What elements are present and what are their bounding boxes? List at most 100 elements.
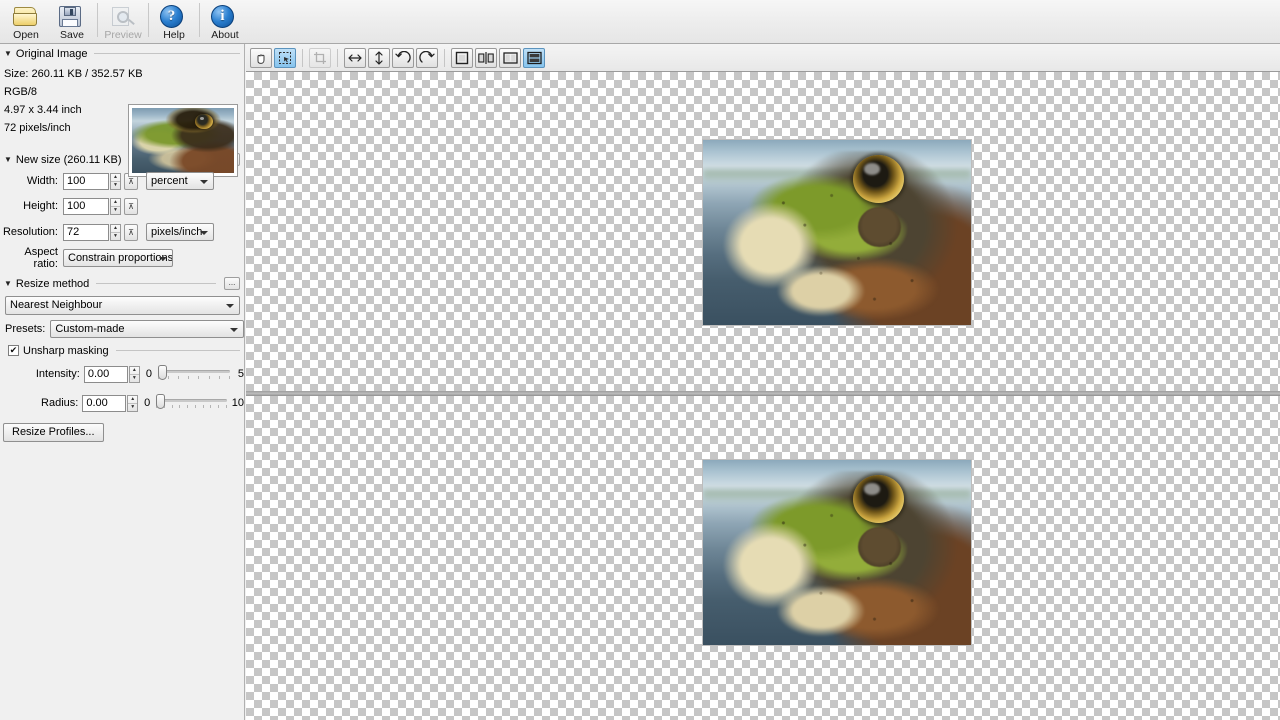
preview-button-label: Preview: [104, 29, 142, 41]
presets-label: Presets:: [5, 323, 46, 335]
save-button[interactable]: Save: [49, 0, 95, 42]
resize-method-section-header[interactable]: ▼ Resize method ...: [0, 277, 244, 290]
presets-row: Presets: Custom-made: [0, 319, 244, 339]
toolbar-separator: [444, 48, 445, 67]
intensity-max-label: 5: [237, 368, 244, 380]
original-image-pane[interactable]: [246, 72, 1280, 391]
section-rule: [96, 283, 216, 284]
collapse-triangle-icon[interactable]: ▼: [4, 279, 12, 288]
frog-speckles: [703, 140, 971, 325]
aspect-ratio-row: Aspect ratio: Constrain proportions: [0, 246, 244, 270]
height-row: Height: ▲▼ ⊼: [0, 196, 244, 216]
radius-row: Radius: ▲▼ 0 10: [0, 393, 244, 413]
settings-sidebar: ▼ Original Image Size: 260.11 KB / 352.5…: [0, 44, 245, 720]
resolution-unit-select[interactable]: pixels/inch: [146, 223, 214, 241]
original-image-display[interactable]: [702, 139, 972, 326]
image-canvas-area: [246, 72, 1280, 720]
folder-open-icon: [12, 3, 40, 29]
magnifier-preview-icon: [109, 3, 137, 29]
floppy-disk-icon: [58, 3, 86, 29]
section-rule: [94, 53, 240, 54]
resize-method-select[interactable]: Nearest Neighbour: [5, 296, 240, 315]
height-input[interactable]: [63, 197, 109, 215]
unsharp-masking-label: Unsharp masking: [23, 344, 109, 357]
open-button[interactable]: Open: [3, 0, 49, 42]
presets-select[interactable]: Custom-made: [50, 320, 244, 338]
view-split-compare-icon[interactable]: [475, 47, 497, 68]
aspect-ratio-label: Aspect ratio:: [24, 246, 58, 270]
rotate-right-icon[interactable]: [416, 47, 438, 68]
toolbar-separator: [148, 3, 149, 37]
width-stepper[interactable]: ▲ ▼: [110, 172, 121, 190]
intensity-slider-ticks: [157, 375, 230, 379]
radius-input[interactable]: [82, 394, 127, 412]
rectangle-select-tool-icon[interactable]: [274, 47, 296, 68]
original-image-section-header[interactable]: ▼ Original Image: [0, 47, 244, 60]
original-colormode-text: RGB/8: [4, 86, 38, 98]
radius-slider-ticks: [156, 404, 227, 408]
frog-photo: [703, 140, 971, 325]
width-row: Width: ▲▼ ⊼ percent: [0, 171, 244, 191]
radius-slider-knob[interactable]: [156, 393, 166, 409]
width-input[interactable]: [63, 172, 109, 190]
about-button-label: About: [211, 29, 239, 41]
unsharp-masking-checkbox[interactable]: ✔: [8, 345, 19, 356]
flip-horizontal-icon[interactable]: [344, 47, 366, 68]
toolbar-separator: [97, 3, 98, 37]
resized-image-display[interactable]: [702, 459, 972, 646]
intensity-slider[interactable]: [157, 364, 230, 380]
frog-photo: [703, 460, 971, 645]
radius-slider[interactable]: [156, 393, 227, 409]
about-button[interactable]: i About: [202, 0, 248, 42]
resolution-stepper[interactable]: ▲ ▼: [110, 223, 121, 241]
frog-eye: [195, 113, 213, 129]
intensity-min-label: 0: [145, 368, 152, 380]
canvas-toolbar: [246, 44, 1280, 72]
hand-pan-tool-icon[interactable]: [250, 47, 272, 68]
new-size-title: New size (260.11 KB): [15, 153, 122, 166]
intensity-stepper[interactable]: ▲ ▼: [128, 365, 140, 383]
help-button[interactable]: ? Help: [151, 0, 197, 42]
width-unit-select[interactable]: percent: [146, 172, 214, 190]
flip-vertical-icon[interactable]: [368, 47, 390, 68]
view-two-columns-icon[interactable]: [499, 47, 521, 68]
open-button-label: Open: [13, 29, 39, 41]
resolution-input[interactable]: [63, 223, 109, 241]
resized-image-pane[interactable]: [246, 396, 1280, 720]
aspect-ratio-select[interactable]: Constrain proportions: [63, 249, 173, 267]
view-single-pane-icon[interactable]: [451, 47, 473, 68]
resolution-row: Resolution: ▲▼ ⊼ pixels/inch: [0, 222, 244, 242]
thumbnail-selection-outline: [132, 108, 234, 173]
original-size-text: Size: 260.11 KB / 352.57 KB: [4, 68, 143, 80]
toolbar-separator: [337, 48, 338, 67]
unsharp-masking-header: ✔ Unsharp masking: [0, 344, 244, 357]
height-lock-button[interactable]: ⊼: [124, 197, 138, 215]
resize-method-options-button[interactable]: ...: [224, 277, 240, 290]
help-button-label: Help: [163, 29, 185, 41]
preview-button: Preview: [100, 0, 146, 42]
radius-max-label: 10: [231, 397, 244, 409]
collapse-triangle-icon[interactable]: ▼: [4, 49, 12, 58]
toolbar-separator: [302, 48, 303, 67]
resize-method-title: Resize method: [15, 277, 90, 290]
radius-min-label: 0: [144, 397, 151, 409]
resize-profiles-button[interactable]: Resize Profiles...: [3, 423, 104, 442]
view-two-rows-icon[interactable]: [523, 47, 545, 68]
original-image-title: Original Image: [15, 47, 88, 60]
toolbar-separator: [199, 3, 200, 37]
collapse-triangle-icon[interactable]: ▼: [4, 155, 12, 164]
save-button-label: Save: [60, 29, 84, 41]
section-rule: [115, 350, 240, 351]
rotate-left-icon[interactable]: [392, 47, 414, 68]
intensity-slider-knob[interactable]: [157, 364, 167, 380]
height-stepper[interactable]: ▲ ▼: [110, 197, 121, 215]
resolution-lock-button[interactable]: ⊼: [124, 223, 138, 241]
intensity-input[interactable]: [83, 365, 128, 383]
question-mark-icon: ?: [160, 3, 188, 29]
radius-label: Radius:: [41, 397, 79, 409]
resolution-label: Resolution:: [2, 226, 58, 238]
height-label: Height:: [23, 200, 58, 212]
radius-stepper[interactable]: ▲ ▼: [127, 394, 139, 412]
original-thumbnail[interactable]: [128, 104, 238, 177]
width-label: Width:: [26, 175, 58, 187]
